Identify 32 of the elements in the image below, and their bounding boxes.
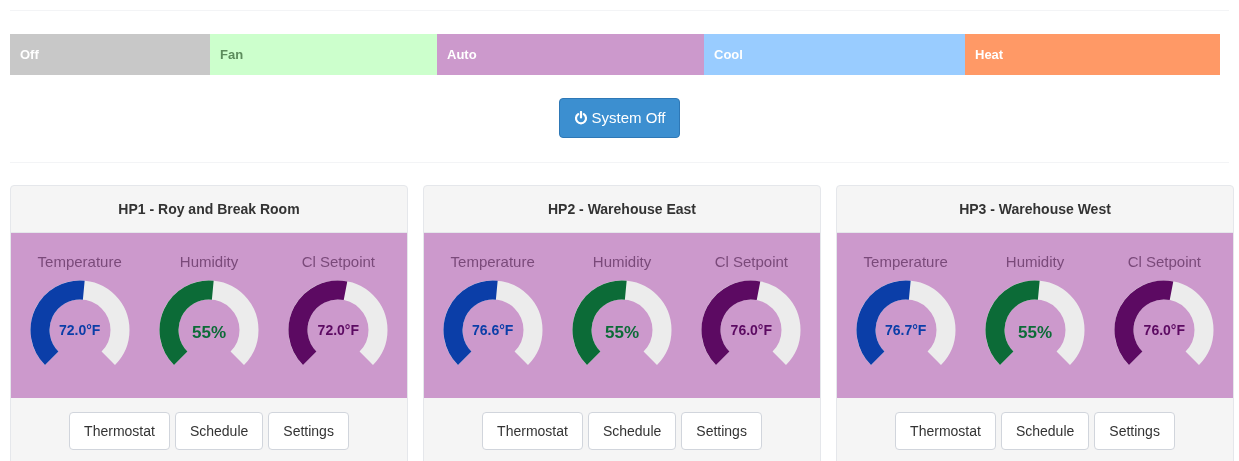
- gauge-value: 72.0°F: [58, 320, 101, 340]
- gauge-value: 55%: [1017, 321, 1052, 344]
- card-button[interactable]: Schedule: [174, 412, 264, 450]
- gauge-label: Humidity: [179, 252, 239, 272]
- gauge-value: 55%: [191, 321, 226, 344]
- card-button[interactable]: Settings: [268, 412, 349, 450]
- gauge-label: Temperature: [863, 252, 948, 272]
- gauge-label: Temperature: [37, 252, 122, 272]
- power-icon: [573, 111, 588, 125]
- gauge-value: 55%: [604, 321, 639, 344]
- card-button[interactable]: Settings: [1094, 412, 1175, 450]
- gauge-label: Humidity: [1005, 252, 1065, 272]
- mode-segment[interactable]: Fan: [210, 34, 437, 75]
- card-title: HP1 - Roy and Break Room: [118, 199, 300, 219]
- gauge-label: Temperature: [450, 252, 535, 272]
- card-button[interactable]: Thermostat: [69, 412, 170, 450]
- card-title: HP3 - Warehouse West: [959, 199, 1111, 219]
- card-title: HP2 - Warehouse East: [547, 199, 697, 219]
- gauge-value: 76.7°F: [884, 320, 927, 340]
- card-button[interactable]: Settings: [681, 412, 762, 450]
- gauge-value: 76.0°F: [730, 320, 772, 340]
- card-button[interactable]: Thermostat: [895, 412, 996, 450]
- gauge-value: 72.0°F: [317, 320, 359, 340]
- gauge-label: Cl Setpoint: [714, 252, 788, 272]
- gauge-label: Humidity: [592, 252, 652, 272]
- card-button[interactable]: Thermostat: [482, 412, 583, 450]
- card-button[interactable]: Schedule: [587, 412, 677, 450]
- gauge-label: Cl Setpoint: [1127, 252, 1201, 272]
- gauge-value: 76.0°F: [1143, 320, 1185, 340]
- gauge-label: Cl Setpoint: [301, 252, 375, 272]
- gauge-value: 76.6°F: [471, 320, 514, 340]
- card-button[interactable]: Schedule: [1000, 412, 1090, 450]
